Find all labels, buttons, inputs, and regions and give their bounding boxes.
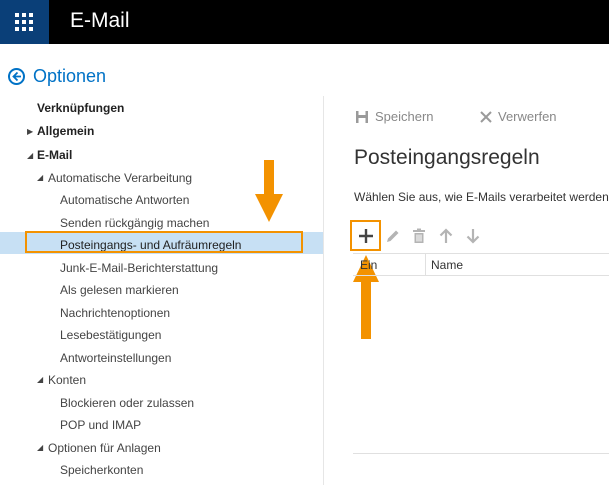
- nav-automatische-antworten[interactable]: Automatische Antworten: [60, 193, 189, 207]
- page-title: Posteingangsregeln: [354, 146, 540, 169]
- nav-antworteinstellungen[interactable]: Antworteinstellungen: [60, 351, 171, 365]
- arrow-down-icon: [466, 229, 480, 244]
- pencil-icon: [387, 230, 399, 242]
- arrow-up-icon: [439, 228, 453, 243]
- nav-pop-imap[interactable]: POP und IMAP: [60, 418, 141, 432]
- nav-speicherkonten[interactable]: Speicherkonten: [60, 463, 143, 477]
- nav-allgemein[interactable]: Allgemein: [37, 124, 94, 138]
- nav-senden-rueckgaengig[interactable]: Senden rückgängig machen: [60, 216, 209, 230]
- nav-email[interactable]: E-Mail: [37, 148, 72, 162]
- arrow-down-annotation: [255, 160, 283, 222]
- edit-rule-button[interactable]: [385, 228, 401, 244]
- back-arrow-icon: [8, 68, 25, 85]
- column-name[interactable]: Name: [431, 258, 463, 272]
- caret-down-icon[interactable]: ◢: [27, 151, 33, 160]
- panel-divider: [323, 96, 324, 485]
- close-icon: [480, 111, 492, 123]
- nav-optionen-anlagen[interactable]: Optionen für Anlagen: [48, 441, 161, 455]
- app-title: E-Mail: [70, 9, 130, 32]
- caret-right-icon[interactable]: ▶: [27, 127, 33, 136]
- nav-lesebestaetigungen[interactable]: Lesebestätigungen: [60, 328, 161, 342]
- caret-down-icon[interactable]: ◢: [37, 173, 43, 182]
- nav-als-gelesen[interactable]: Als gelesen markieren: [60, 283, 179, 297]
- top-bar: E-Mail: [0, 0, 609, 44]
- highlight-frame: [350, 220, 381, 251]
- save-label: Speichern: [375, 109, 434, 124]
- nav-nachrichtenoptionen[interactable]: Nachrichtenoptionen: [60, 306, 170, 320]
- save-icon: [356, 111, 368, 123]
- move-down-button[interactable]: [466, 228, 480, 244]
- caret-down-icon[interactable]: ◢: [37, 375, 43, 384]
- table-bottom-border: [353, 453, 609, 454]
- caret-down-icon[interactable]: ◢: [37, 443, 43, 452]
- back-label: Optionen: [33, 66, 107, 86]
- nav-blockieren[interactable]: Blockieren oder zulassen: [60, 396, 194, 410]
- rules-table-header: Ein Name: [353, 253, 609, 276]
- column-ein[interactable]: Ein: [360, 258, 377, 272]
- app-launcher-button[interactable]: [0, 0, 49, 44]
- highlight-frame: [25, 231, 303, 253]
- discard-label: Verwerfen: [498, 109, 557, 124]
- nav-verknuepfungen[interactable]: Verknüpfungen: [37, 101, 124, 115]
- trash-icon: [413, 228, 425, 243]
- page-description: Wählen Sie aus, wie E-Mails verarbeitet …: [354, 190, 609, 204]
- column-separator: [425, 254, 426, 275]
- move-up-button[interactable]: [439, 228, 453, 244]
- nav-konten[interactable]: Konten: [48, 373, 86, 387]
- nav-junk-email[interactable]: Junk-E-Mail-Berichterstattung: [60, 261, 218, 275]
- delete-rule-button[interactable]: [412, 228, 426, 244]
- nav-automatische-verarbeitung[interactable]: Automatische Verarbeitung: [48, 171, 192, 185]
